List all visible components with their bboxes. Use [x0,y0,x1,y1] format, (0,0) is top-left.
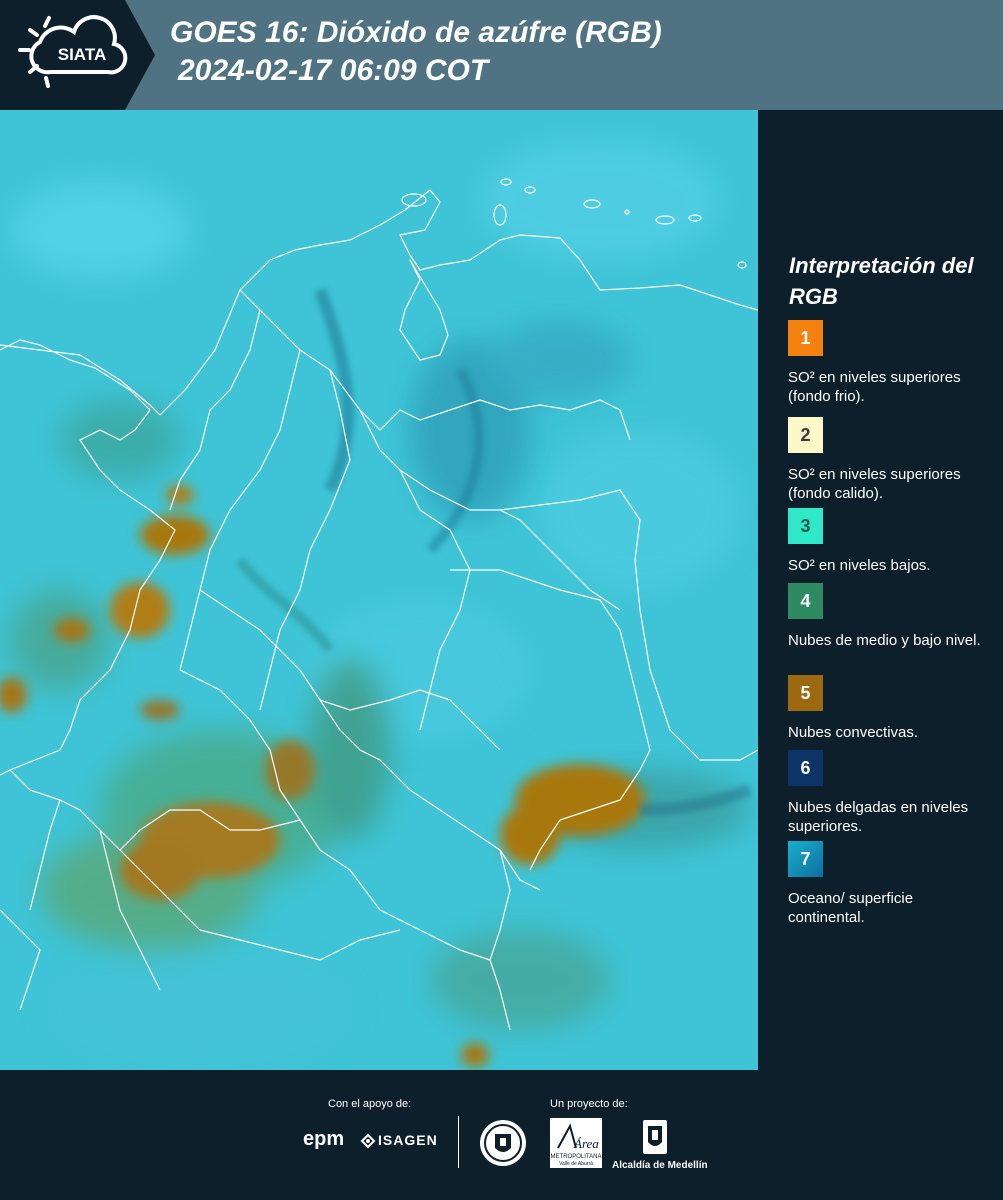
legend-swatch-4: 4 [788,583,823,619]
legend-item-3: 3 SO² en niveles bajos. [788,508,988,575]
header-bar: SIATA GOES 16: Dióxido de azúfre (RGB) 2… [0,0,1003,110]
legend-number-1: 1 [800,327,811,348]
alcaldia-logo-text: Alcaldía de Medellín [612,1160,708,1171]
legend-swatch-5: 5 [788,675,823,711]
alcaldia-crest-icon [643,1120,667,1154]
legend-number-3: 3 [800,515,811,536]
legend-label-4: Nubes de medio y bajo nivel. [788,632,981,649]
legend-label-1: SO² en niveles superiores (fondo frio). [788,369,961,405]
legend-swatch-7: 7 [788,841,823,877]
amva-text-3: Valle de Aburrá [559,1161,593,1167]
legend-title: Interpretación del RGB [789,253,974,309]
footer-divider [458,1116,459,1168]
siata-logo-text: SIATA [58,45,106,64]
legend-swatch-2: 2 [788,417,823,453]
legend-number-6: 6 [800,757,811,778]
legend-item-6: 6 Nubes delgadas en niveles superiores. [788,750,988,836]
legend-number-2: 2 [800,424,811,445]
legend-panel: Interpretación del RGB 1 SO² en niveles … [758,110,1003,1070]
support-label: Con el apoyo de: [328,1098,412,1110]
area-metropolitana-logo: Área METROPOLITANA Valle de Aburrá [550,1118,602,1168]
legend-label-2: SO² en niveles superiores (fondo calido)… [788,466,961,502]
page-title: GOES 16: Dióxido de azúfre (RGB) [170,16,662,49]
project-label: Un proyecto de: [550,1098,628,1110]
legend-number-7: 7 [800,848,811,869]
legend-item-4: 4 Nubes de medio y bajo nivel. [788,583,988,650]
isagen-icon [360,1133,376,1149]
legend-label-5: Nubes convectivas. [788,724,919,741]
page-timestamp: 2024-02-17 06:09 COT [178,54,489,87]
medellin-seal-icon [480,1120,526,1166]
legend-number-4: 4 [800,590,811,611]
footer: Con el apoyo de: Un proyecto de: epm ISA… [0,1070,1003,1200]
siata-logo: SIATA [0,0,155,110]
legend-item-2: 2 SO² en niveles superiores (fondo calid… [788,417,988,503]
legend-swatch-6: 6 [788,750,823,786]
epm-logo: epm [303,1128,345,1150]
legend-item-1: 1 SO² en niveles superiores (fondo frio)… [788,320,988,406]
amva-text-2: METROPOLITANA [551,1154,602,1160]
isagen-logo: ISAGEN [378,1132,438,1148]
satellite-map [0,110,758,1070]
legend-label-3: SO² en niveles bajos. [788,557,931,574]
legend-number-5: 5 [800,682,811,703]
legend-item-7: 7 Oceano/ superficie continental. [788,841,988,927]
legend-label-6: Nubes delgadas en niveles superiores. [788,799,969,835]
legend-item-5: 5 Nubes convectivas. [788,675,988,742]
legend-label-7: Oceano/ superficie continental. [788,890,914,926]
legend-swatch-3: 3 [788,508,823,544]
amva-text-1: Área [573,1136,599,1151]
legend-swatch-1: 1 [788,320,823,356]
